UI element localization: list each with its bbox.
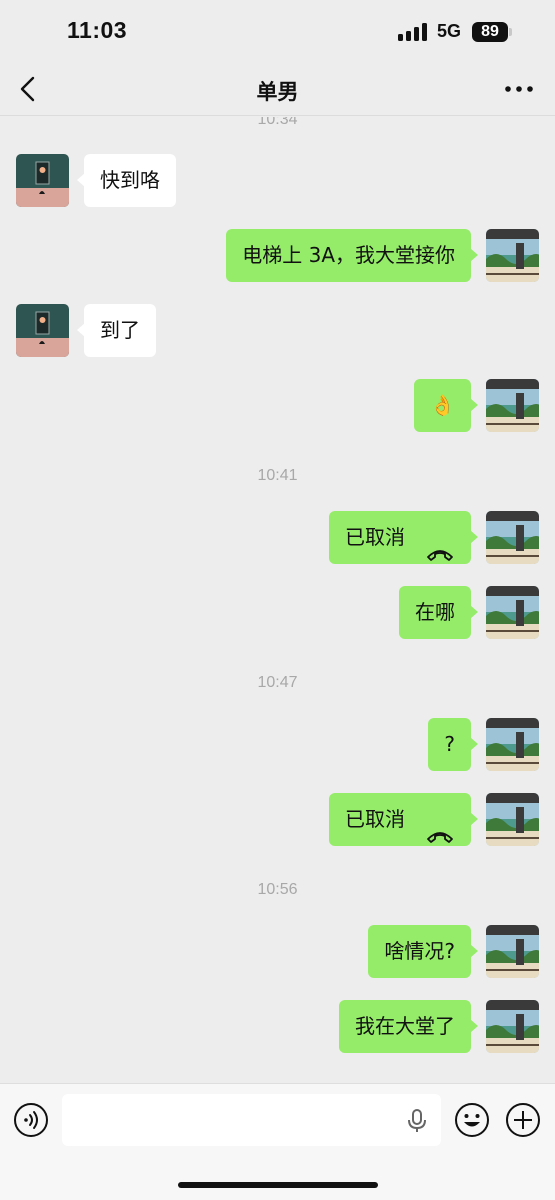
my-avatar[interactable]	[486, 229, 539, 282]
call-cancelled-bubble[interactable]: 已取消	[329, 793, 478, 846]
plus-icon[interactable]	[505, 1102, 541, 1138]
battery-icon: 89	[472, 22, 508, 42]
network-type: 5G	[437, 21, 462, 41]
message-list[interactable]: 10:34 快到咯 电梯上 3A，我大堂接你 到了 👌 10:41 已取消 在哪…	[0, 117, 555, 1083]
microphone-icon[interactable]	[406, 1108, 428, 1134]
message-input[interactable]	[62, 1094, 441, 1146]
phone-hangup-icon	[425, 811, 455, 843]
message-bubble[interactable]: 电梯上 3A，我大堂接你	[226, 229, 478, 282]
my-avatar[interactable]	[486, 925, 539, 978]
timestamp: 10:47	[257, 674, 298, 691]
battery-tip	[509, 28, 512, 36]
home-indicator[interactable]	[178, 1182, 378, 1188]
chat-header: 单男	[0, 64, 555, 116]
my-avatar[interactable]	[486, 379, 539, 432]
my-avatar[interactable]	[486, 1000, 539, 1053]
timestamp: 10:34	[257, 117, 298, 128]
chat-title: 单男	[256, 80, 299, 104]
message-bubble[interactable]: 在哪	[399, 586, 478, 639]
timestamp: 10:41	[257, 467, 298, 484]
contact-avatar[interactable]	[16, 304, 69, 357]
message-text: 已取消	[345, 525, 405, 549]
message-bubble[interactable]: 快到咯	[77, 154, 176, 207]
message-bubble[interactable]: 我在大堂了	[339, 1000, 478, 1053]
contact-avatar[interactable]	[16, 154, 69, 207]
message-bubble[interactable]: ?	[428, 718, 478, 771]
my-avatar[interactable]	[486, 718, 539, 771]
status-time: 11:03	[67, 17, 128, 43]
call-cancelled-bubble[interactable]: 已取消	[329, 511, 478, 564]
message-bubble[interactable]: 👌	[414, 379, 478, 432]
emoji-icon[interactable]	[454, 1102, 490, 1138]
more-dots-icon[interactable]	[502, 74, 536, 104]
my-avatar[interactable]	[486, 586, 539, 639]
my-avatar[interactable]	[486, 793, 539, 846]
timestamp: 10:56	[257, 881, 298, 898]
voice-input-icon[interactable]	[13, 1102, 49, 1138]
signal-bars-icon	[398, 23, 428, 41]
message-text: 已取消	[345, 807, 405, 831]
my-avatar[interactable]	[486, 511, 539, 564]
status-bar: 11:03 5G 89	[0, 0, 555, 64]
phone-hangup-icon	[425, 529, 455, 561]
message-bubble[interactable]: 到了	[77, 304, 156, 357]
message-bubble[interactable]: 啥情况?	[368, 925, 478, 978]
